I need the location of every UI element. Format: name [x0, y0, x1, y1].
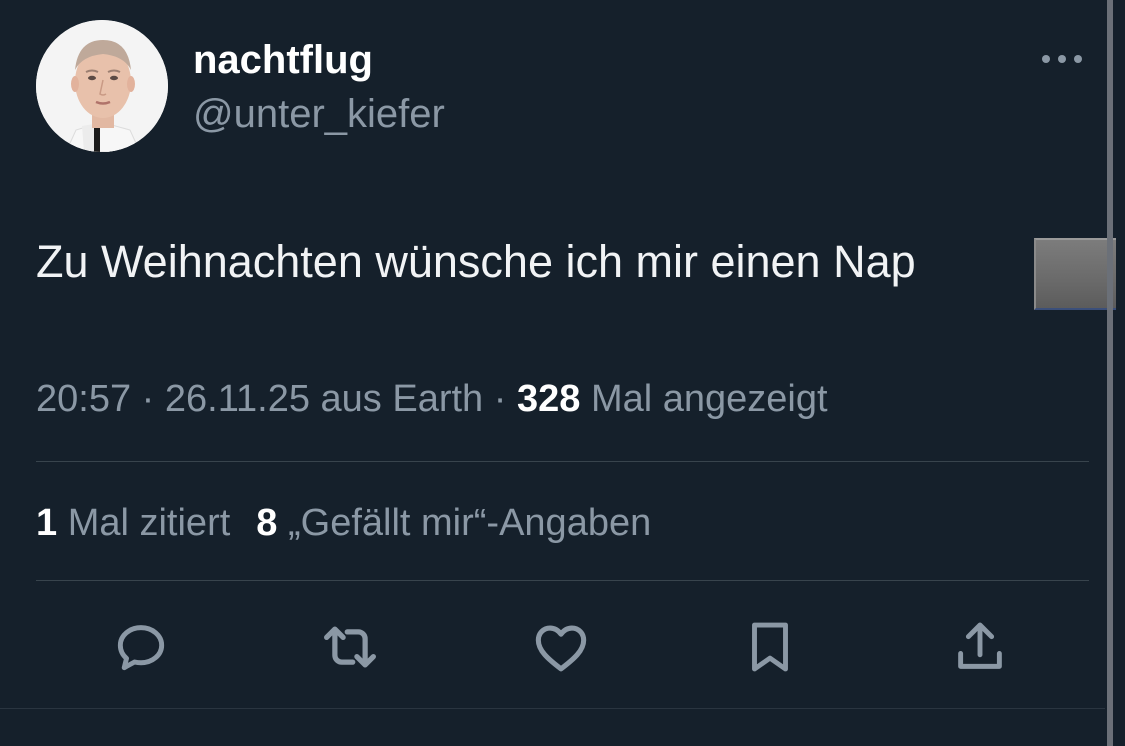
redaction-overlay: [1034, 238, 1116, 310]
views-count: 328: [516, 378, 581, 420]
likes-stat[interactable]: 8 „Gefällt mir“-Angaben: [256, 502, 651, 544]
bookmark-button[interactable]: [735, 612, 805, 682]
action-bar: [0, 612, 1125, 682]
more-options-button[interactable]: [1036, 44, 1092, 74]
meta-separator: ·: [131, 378, 165, 420]
avatar[interactable]: [36, 20, 168, 152]
author-display-name[interactable]: nachtflug: [193, 36, 373, 84]
tweet-source: aus Earth: [309, 378, 484, 420]
reply-button[interactable]: [106, 612, 176, 682]
divider: [0, 708, 1105, 709]
quotes-stat[interactable]: 1 Mal zitiert: [36, 502, 230, 544]
divider: [36, 461, 1089, 462]
likes-count: 8: [256, 502, 278, 544]
quotes-label: Mal zitiert: [57, 502, 231, 544]
tweet-detail: nachtflug @unter_kiefer Zu Weihnachten w…: [0, 0, 1125, 746]
heart-icon: [535, 625, 587, 672]
tweet-date[interactable]: 26.11.25: [165, 378, 310, 420]
author-handle[interactable]: @unter_kiefer: [193, 90, 445, 138]
more-horizontal-icon: [1042, 55, 1082, 63]
bookmark-icon: [752, 622, 788, 672]
retweet-icon: [324, 626, 376, 668]
views-label: Mal angezeigt: [580, 378, 828, 420]
like-button[interactable]: [526, 612, 596, 682]
quotes-count: 1: [36, 502, 58, 544]
share-icon: [958, 622, 1002, 669]
tweet-meta: 20:57 · 26.11.25 aus Earth · 328 Mal ang…: [36, 374, 828, 424]
likes-label: „Gefällt mir“-Angaben: [277, 502, 652, 544]
retweet-button[interactable]: [315, 612, 385, 682]
tweet-time[interactable]: 20:57: [36, 378, 131, 420]
divider: [36, 580, 1089, 581]
avatar-portrait-icon: [36, 20, 168, 152]
reply-icon: [117, 625, 165, 671]
engagement-stats: 1 Mal zitiert 8 „Gefällt mir“-Angaben: [36, 498, 651, 548]
share-button[interactable]: [945, 612, 1015, 682]
meta-separator: ·: [483, 378, 517, 420]
tweet-text: Zu Weihnachten wünsche ich mir einen Nap: [36, 236, 916, 287]
